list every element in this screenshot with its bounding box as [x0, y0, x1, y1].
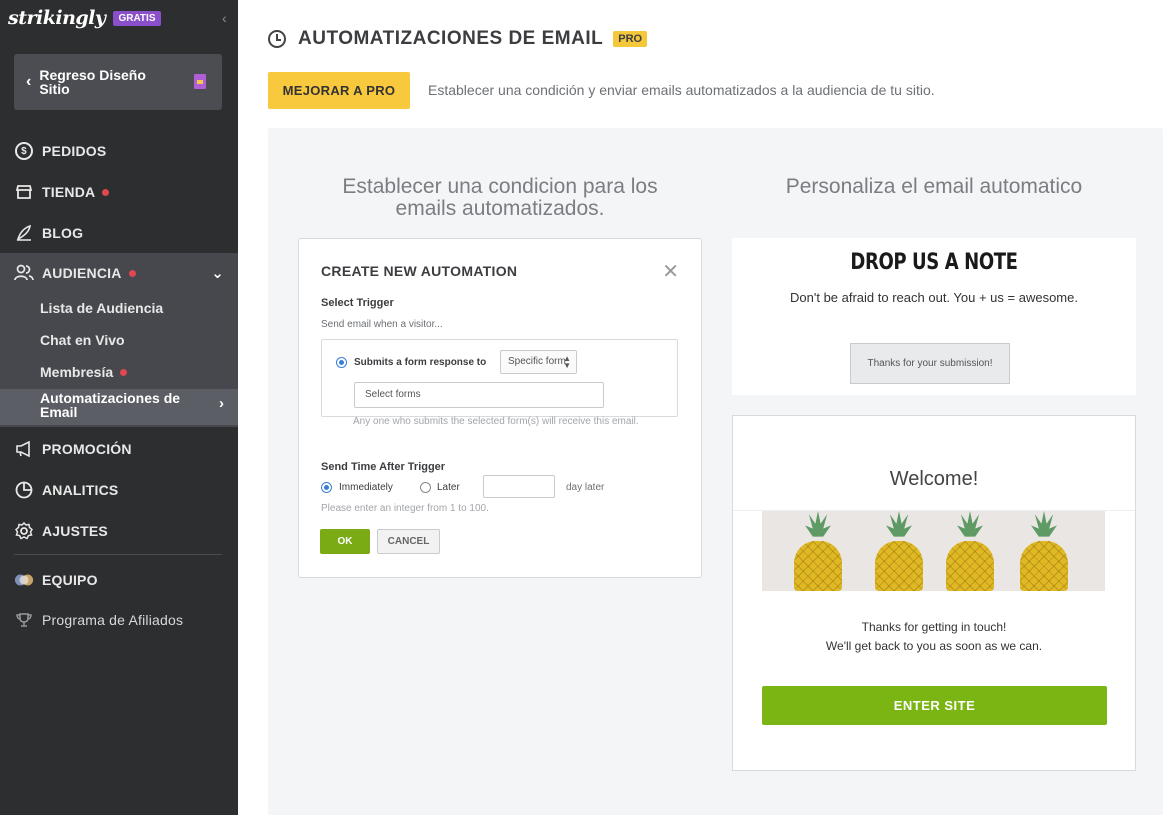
integer-hint: Please enter an integer from 1 to 100.	[321, 503, 489, 514]
pro-badge: PRO	[613, 31, 648, 47]
nav-item-afiliados[interactable]: Programa de Afiliados	[0, 600, 238, 640]
form-type-select[interactable]: Specific form ▲ ▼	[500, 350, 577, 374]
pen-icon	[14, 223, 34, 243]
notification-dot	[102, 188, 110, 196]
email-welcome-heading: Welcome!	[889, 468, 979, 490]
nav-label: EQUIPO	[42, 572, 98, 588]
select-forms-input[interactable]: Select forms	[354, 382, 604, 408]
email-preview-card[interactable]: Welcome! Thanks for getting in touch! We…	[732, 415, 1136, 771]
immediately-label: Immediately	[339, 482, 393, 493]
page-title: AUTOMATIZACIONES DE EMAIL	[298, 28, 604, 49]
email-thanks-line-1: Thanks for getting in touch!	[861, 620, 1007, 634]
create-automation-dialog: CREATE NEW AUTOMATION ✕ Select Trigger S…	[298, 238, 702, 578]
pie-chart-icon	[14, 480, 34, 500]
nav-label: TIENDA	[42, 184, 96, 200]
clock-icon	[268, 30, 286, 48]
sub-item-membresia[interactable]: Membresía	[40, 364, 128, 380]
nav-item-equipo[interactable]: EQUIPO	[0, 560, 238, 600]
left-column-title: Establecer una condicion para los emails…	[342, 175, 658, 220]
day-later-label: day later	[566, 482, 605, 493]
chevron-right-icon: ›	[219, 395, 224, 412]
back-button-label: Regreso Diseño Sitio	[39, 67, 146, 97]
note-subtitle: Don't be afraid to reach out. You + us =…	[790, 290, 1078, 305]
forms-hint: Any one who submits the selected form(s)…	[353, 416, 639, 427]
form-response-label: Submits a form response to	[354, 357, 487, 368]
sidebar: strikingly GRATIS ‹ ‹ Regreso Diseño Sit…	[0, 0, 238, 815]
nav-item-promocion[interactable]: PROMOCIÓN	[0, 429, 238, 469]
sub-item-label: Membresía	[40, 364, 114, 380]
nav-label: Programa de Afiliados	[42, 612, 184, 628]
nav-label: BLOG	[42, 225, 84, 241]
nav-item-tienda[interactable]: TIENDA	[0, 172, 238, 212]
gear-icon	[14, 521, 34, 541]
nav-item-ajustes[interactable]: AJUSTES	[0, 511, 238, 551]
page-description: Establecer una condición y enviar emails…	[428, 82, 935, 98]
sub-item-label: Chat en Vivo	[40, 332, 125, 348]
form-type-value: Specific form	[508, 356, 566, 367]
collapse-sidebar-icon[interactable]: ‹	[222, 10, 227, 26]
pineapple-icon	[945, 511, 995, 591]
days-later-input[interactable]	[483, 475, 555, 498]
sub-item-lista-audiencia[interactable]: Lista de Audiencia	[40, 300, 163, 316]
chevron-left-icon: ‹	[26, 73, 32, 90]
immediately-radio[interactable]	[321, 482, 332, 493]
sub-item-active-label: Automatizaciones de Email	[40, 390, 181, 420]
nav-label: AJUSTES	[42, 523, 108, 539]
email-thanks-line-2: We'll get back to you as soon as we can.	[825, 639, 1043, 653]
submission-thanks-button[interactable]: Thanks for your submission!	[850, 343, 1010, 384]
trigger-options-box: Submits a form response to Specific form…	[321, 339, 678, 417]
brand-logo[interactable]: strikingly	[8, 7, 106, 29]
document-icon	[194, 74, 206, 89]
later-radio[interactable]	[420, 482, 431, 493]
people-icon	[14, 263, 34, 283]
note-preview-card[interactable]: DROP US A NOTE Don't be afraid to reach …	[732, 238, 1136, 395]
send-time-label: Send Time After Trigger	[321, 461, 446, 473]
page-header: AUTOMATIZACIONES DE EMAIL PRO	[268, 28, 648, 50]
nav-label: AUDIENCIA	[42, 265, 122, 281]
pineapple-icon	[1019, 511, 1069, 591]
nav-item-audiencia[interactable]: AUDIENCIA ⌄	[0, 253, 238, 293]
notification-dot	[128, 269, 136, 277]
nav-label: PEDIDOS	[42, 143, 107, 159]
sub-item-chat-en-vivo[interactable]: Chat en Vivo	[40, 332, 125, 348]
main-content: AUTOMATIZACIONES DE EMAIL PRO MEJORAR A …	[238, 0, 1163, 815]
dialog-title: CREATE NEW AUTOMATION	[321, 263, 518, 279]
ok-button[interactable]: OK	[320, 529, 370, 554]
pineapple-icon	[793, 511, 843, 591]
later-label: Later	[437, 482, 460, 493]
team-icon	[14, 570, 34, 590]
plan-badge: GRATIS	[113, 10, 161, 26]
select-arrows-icon: ▲ ▼	[563, 354, 571, 370]
pineapples-image	[762, 511, 1105, 591]
nav-item-analitics[interactable]: ANALITICS	[0, 470, 238, 510]
app-root: strikingly GRATIS ‹ ‹ Regreso Diseño Sit…	[0, 0, 1163, 815]
brand-row: strikingly GRATIS	[8, 6, 161, 30]
nav-item-pedidos[interactable]: $ PEDIDOS	[0, 131, 238, 171]
upgrade-to-pro-button[interactable]: MEJORAR A PRO	[268, 72, 410, 109]
enter-site-button[interactable]: ENTER SITE	[762, 686, 1107, 725]
sidebar-divider	[14, 554, 222, 555]
trophy-icon	[14, 610, 34, 630]
megaphone-icon	[14, 439, 34, 459]
back-to-design-button[interactable]: ‹ Regreso Diseño Sitio	[14, 54, 222, 110]
sub-item-label: Lista de Audiencia	[40, 300, 164, 316]
select-forms-placeholder: Select forms	[365, 389, 421, 400]
nav-item-blog[interactable]: BLOG	[0, 213, 238, 253]
dollar-circle-icon: $	[14, 141, 34, 161]
pineapple-icon	[874, 511, 924, 591]
note-title: DROP US A NOTE	[850, 250, 1018, 275]
cancel-button[interactable]: CANCEL	[377, 529, 440, 554]
nav-label: PROMOCIÓN	[42, 441, 132, 457]
chevron-down-icon: ⌄	[211, 265, 224, 282]
close-icon[interactable]: ✕	[662, 259, 679, 284]
nav-label: ANALITICS	[42, 482, 119, 498]
automation-panel: Establecer una condicion para los emails…	[268, 128, 1163, 815]
store-icon	[14, 182, 34, 202]
form-response-radio[interactable]	[336, 357, 347, 368]
right-column-title: Personaliza el email automatico	[785, 175, 1083, 198]
select-trigger-sub: Send email when a visitor...	[321, 319, 443, 330]
select-trigger-label: Select Trigger	[321, 297, 394, 309]
notification-dot	[120, 368, 128, 376]
